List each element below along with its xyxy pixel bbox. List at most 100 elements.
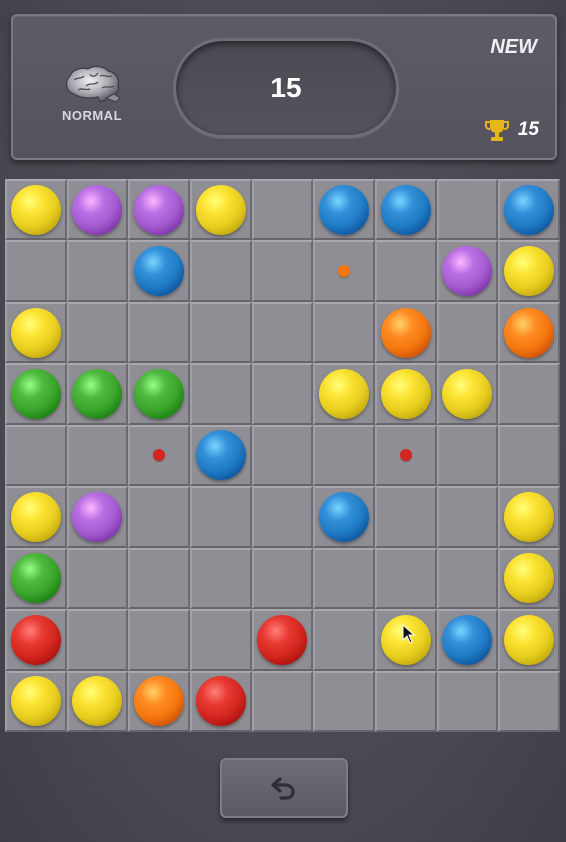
yellow-ball[interactable] [195,184,246,235]
board-cell[interactable] [374,486,437,548]
board-cell[interactable] [313,486,375,548]
board-cell[interactable] [5,486,67,548]
board-cell[interactable] [436,240,499,302]
green-ball[interactable] [72,369,123,420]
green-ball[interactable] [10,369,61,420]
board-cell[interactable] [374,547,437,610]
board-cell[interactable] [189,609,252,671]
green-ball[interactable] [10,553,61,604]
board-cell[interactable] [189,486,252,548]
board-cell[interactable] [251,547,314,610]
board-cell[interactable] [436,179,499,241]
board-cell[interactable] [189,240,252,302]
new-game-button[interactable]: NEW [490,36,537,59]
board-cell[interactable] [128,240,190,302]
orange-ball[interactable] [134,676,185,727]
board-cell[interactable] [5,301,67,364]
board-cell[interactable] [251,363,314,425]
blue-ball[interactable] [319,184,370,235]
purple-ball[interactable] [442,246,493,297]
board-cell[interactable] [374,301,437,364]
board-cell[interactable] [128,424,190,487]
board-cell[interactable] [251,240,314,302]
board-cell[interactable] [313,547,375,610]
board-cell[interactable] [189,301,252,364]
board-cell[interactable] [189,424,252,487]
board-cell[interactable] [313,363,375,425]
board-cell[interactable] [374,240,437,302]
board-cell[interactable] [5,240,67,302]
board-cell[interactable] [498,670,560,732]
yellow-ball[interactable] [380,614,431,665]
blue-ball[interactable] [442,614,493,665]
blue-ball[interactable] [195,430,246,481]
board-cell[interactable] [251,424,314,487]
yellow-ball[interactable] [504,553,555,604]
board-cell[interactable] [66,363,129,425]
board-cell[interactable] [436,486,499,548]
board-cell[interactable] [436,670,499,732]
yellow-ball[interactable] [10,307,61,358]
blue-ball[interactable] [319,491,370,542]
board-cell[interactable] [66,670,129,732]
board-cell[interactable] [498,240,560,302]
board-cell[interactable] [189,547,252,610]
blue-ball[interactable] [380,184,431,235]
board-cell[interactable] [251,179,314,241]
yellow-ball[interactable] [504,491,555,542]
board-cell[interactable] [5,547,67,610]
yellow-ball[interactable] [72,676,123,727]
yellow-ball[interactable] [504,246,555,297]
board-cell[interactable] [66,179,129,241]
board-cell[interactable] [128,670,190,732]
board-cell[interactable] [498,547,560,610]
board-cell[interactable] [374,670,437,732]
board-cell[interactable] [498,424,560,487]
blue-ball[interactable] [504,184,555,235]
yellow-ball[interactable] [319,369,370,420]
board-cell[interactable] [251,301,314,364]
board-cell[interactable] [128,486,190,548]
board-cell[interactable] [66,609,129,671]
board-cell[interactable] [498,301,560,364]
yellow-ball[interactable] [10,184,61,235]
board-cell[interactable] [128,301,190,364]
board-cell[interactable] [374,179,437,241]
board-cell[interactable] [498,486,560,548]
board-cell[interactable] [66,547,129,610]
purple-ball[interactable] [72,184,123,235]
board-cell[interactable] [251,670,314,732]
board-cell[interactable] [189,179,252,241]
board-cell[interactable] [313,240,375,302]
board-cell[interactable] [313,424,375,487]
board-cell[interactable] [436,424,499,487]
blue-ball[interactable] [134,246,185,297]
purple-ball[interactable] [72,491,123,542]
board-cell[interactable] [498,363,560,425]
board-cell[interactable] [128,609,190,671]
board-cell[interactable] [128,547,190,610]
board-cell[interactable] [436,363,499,425]
board-cell[interactable] [251,609,314,671]
board-cell[interactable] [313,301,375,364]
board-cell[interactable] [66,301,129,364]
board-cell[interactable] [189,670,252,732]
board-cell[interactable] [66,424,129,487]
board-cell[interactable] [128,179,190,241]
yellow-ball[interactable] [442,369,493,420]
board-cell[interactable] [251,486,314,548]
yellow-ball[interactable] [10,676,61,727]
yellow-ball[interactable] [10,491,61,542]
yellow-ball[interactable] [380,369,431,420]
purple-ball[interactable] [134,184,185,235]
red-ball[interactable] [195,676,246,727]
board-cell[interactable] [374,424,437,487]
difficulty-selector[interactable]: NORMAL [53,64,131,128]
board-cell[interactable] [498,609,560,671]
undo-button[interactable] [220,758,348,818]
orange-ball[interactable] [504,307,555,358]
board-cell[interactable] [5,609,67,671]
red-ball[interactable] [257,614,308,665]
board-cell[interactable] [374,609,437,671]
board-cell[interactable] [374,363,437,425]
